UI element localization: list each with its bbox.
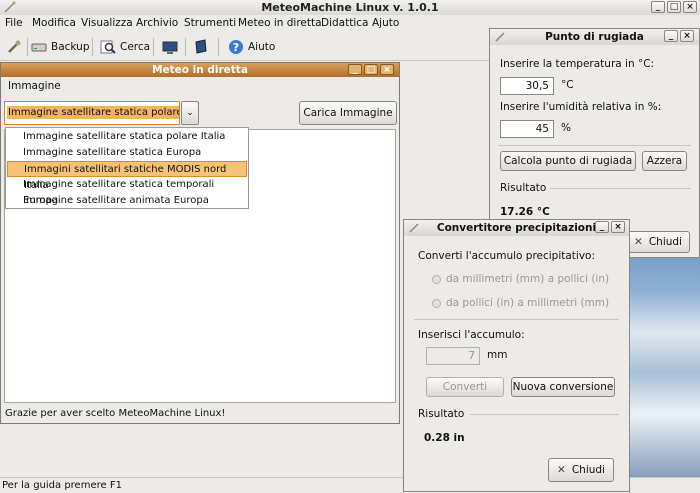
menu-meteo-in-diretta[interactable]: Meteo in diretta xyxy=(238,17,322,29)
calculate-dewpoint-button[interactable]: Calcola punto di rugiada xyxy=(500,151,636,171)
app-icon xyxy=(495,32,505,42)
precipitation-converter-dialog: Convertitore precipitazioni _ × Converti… xyxy=(403,219,630,492)
dewpoint-result-value: 17.26 °C xyxy=(500,206,550,218)
menu-ajuto[interactable]: Ajuto xyxy=(372,17,399,29)
temperature-unit: °C xyxy=(561,79,574,91)
monitor-button[interactable] xyxy=(162,37,178,57)
search-icon xyxy=(100,40,116,54)
book-icon xyxy=(195,39,207,54)
meteo-maximize-button[interactable]: □ xyxy=(364,64,378,75)
accumulation-unit: mm xyxy=(487,349,508,361)
app-icon xyxy=(409,223,419,233)
meteo-window: Meteo in diretta _ □ × Immagine Immagine… xyxy=(0,62,400,424)
drive-icon xyxy=(31,43,47,52)
radio-in-to-mm[interactable] xyxy=(432,299,441,308)
meteo-close-button[interactable]: × xyxy=(380,64,394,75)
close-button[interactable]: × xyxy=(683,1,697,13)
svg-text:?: ? xyxy=(233,41,239,54)
dewpoint-close-button[interactable]: × xyxy=(680,30,694,42)
chevron-down-icon[interactable]: ⌄ xyxy=(181,101,199,125)
dewpoint-close-dialog-button[interactable]: ✕ Chiudi xyxy=(626,231,690,253)
menu-immagine[interactable]: Immagine xyxy=(8,80,61,92)
new-conversion-button[interactable]: Nuova conversione xyxy=(511,377,615,397)
image-dropdown-list: Immagine satellitare statica polare Ital… xyxy=(5,127,249,209)
close-icon: ✕ xyxy=(634,236,643,248)
radio-mm-to-in-label: da millimetri (mm) a pollici (in) xyxy=(446,273,610,285)
book-button[interactable] xyxy=(193,37,209,57)
converter-prompt: Converti l'accumulo precipitativo: xyxy=(418,250,596,262)
dropdown-option-selected[interactable]: Immagini satellitari statiche MODIS nord… xyxy=(7,161,247,191)
dewpoint-minimize-button[interactable]: _ xyxy=(664,30,678,42)
reset-button[interactable]: Azzera xyxy=(642,151,687,171)
minimize-button[interactable]: _ xyxy=(651,1,665,13)
monitor-icon xyxy=(162,41,178,54)
cerca-button[interactable]: Cerca xyxy=(100,37,150,57)
image-select[interactable]: Immagine satellitare statica polare Ital… xyxy=(4,101,180,125)
dropdown-option[interactable]: Immagine satellitare statica polare Ital… xyxy=(7,129,247,145)
meteo-status-text: Grazie per aver scelto MeteoMachine Linu… xyxy=(5,408,226,419)
menu-file[interactable]: File xyxy=(5,17,23,29)
aiuto-button[interactable]: ? Aiuto xyxy=(228,37,275,57)
accumulation-label: Inserisci l'accumulo: xyxy=(418,329,525,341)
converter-result-label: Risultato xyxy=(418,408,465,420)
app-icon xyxy=(4,1,16,13)
humidity-unit: % xyxy=(561,122,571,134)
tools-button[interactable] xyxy=(6,37,22,57)
menu-visualizza[interactable]: Visualizza xyxy=(81,17,133,29)
help-icon: ? xyxy=(229,40,243,54)
main-window-title: MeteoMachine Linux v. 1.0.1 _ □ × xyxy=(0,0,700,15)
menu-archivio[interactable]: Archivio xyxy=(136,17,178,29)
menu-modifica[interactable]: Modifica xyxy=(32,17,76,29)
accumulation-field[interactable]: 7 xyxy=(426,347,480,365)
dropdown-option[interactable]: Immagine satellitare animata Europa xyxy=(7,193,247,209)
temperature-label: Inserire la temperatura in °C: xyxy=(500,58,655,70)
load-image-button[interactable]: Carica Immagine xyxy=(299,101,397,125)
menu-strumenti[interactable]: Strumenti xyxy=(184,17,236,29)
maximize-button[interactable]: □ xyxy=(667,1,681,13)
backup-button[interactable]: Backup xyxy=(31,37,90,57)
humidity-field[interactable]: 45 xyxy=(500,120,554,138)
converter-close-dialog-button[interactable]: ✕ Chiudi xyxy=(548,458,614,482)
main-title-text: MeteoMachine Linux v. 1.0.1 xyxy=(261,1,439,14)
converter-close-button[interactable]: × xyxy=(611,221,625,233)
converter-result-value: 0.28 in xyxy=(424,432,465,444)
humidity-label: Inserire l'umidità relativa in %: xyxy=(500,101,662,113)
converter-title: Convertitore precipitazioni _ × xyxy=(404,220,629,236)
converter-minimize-button[interactable]: _ xyxy=(595,221,609,233)
temperature-field[interactable]: 30,5 xyxy=(500,77,554,95)
dewpoint-result-label: Risultato xyxy=(500,182,547,194)
radio-mm-to-in[interactable] xyxy=(432,275,441,284)
menu-didattica[interactable]: Didattica xyxy=(321,17,368,29)
dewpoint-title: Punto di rugiada _ × xyxy=(490,29,699,45)
convert-button[interactable]: Converti xyxy=(426,377,504,397)
wrench-icon xyxy=(8,40,21,53)
meteo-menubar: Immagine xyxy=(1,77,399,95)
radio-in-to-mm-label: da pollici (in) a millimetri (mm) xyxy=(446,297,610,309)
meteo-minimize-button[interactable]: _ xyxy=(348,64,362,75)
dropdown-option[interactable]: Immagine satellitare statica Europa xyxy=(7,145,247,161)
close-icon: ✕ xyxy=(557,464,566,476)
dropdown-option[interactable]: Immagine satellitare statica temporali E… xyxy=(7,177,247,206)
meteo-window-title: Meteo in diretta _ □ × xyxy=(1,63,399,77)
